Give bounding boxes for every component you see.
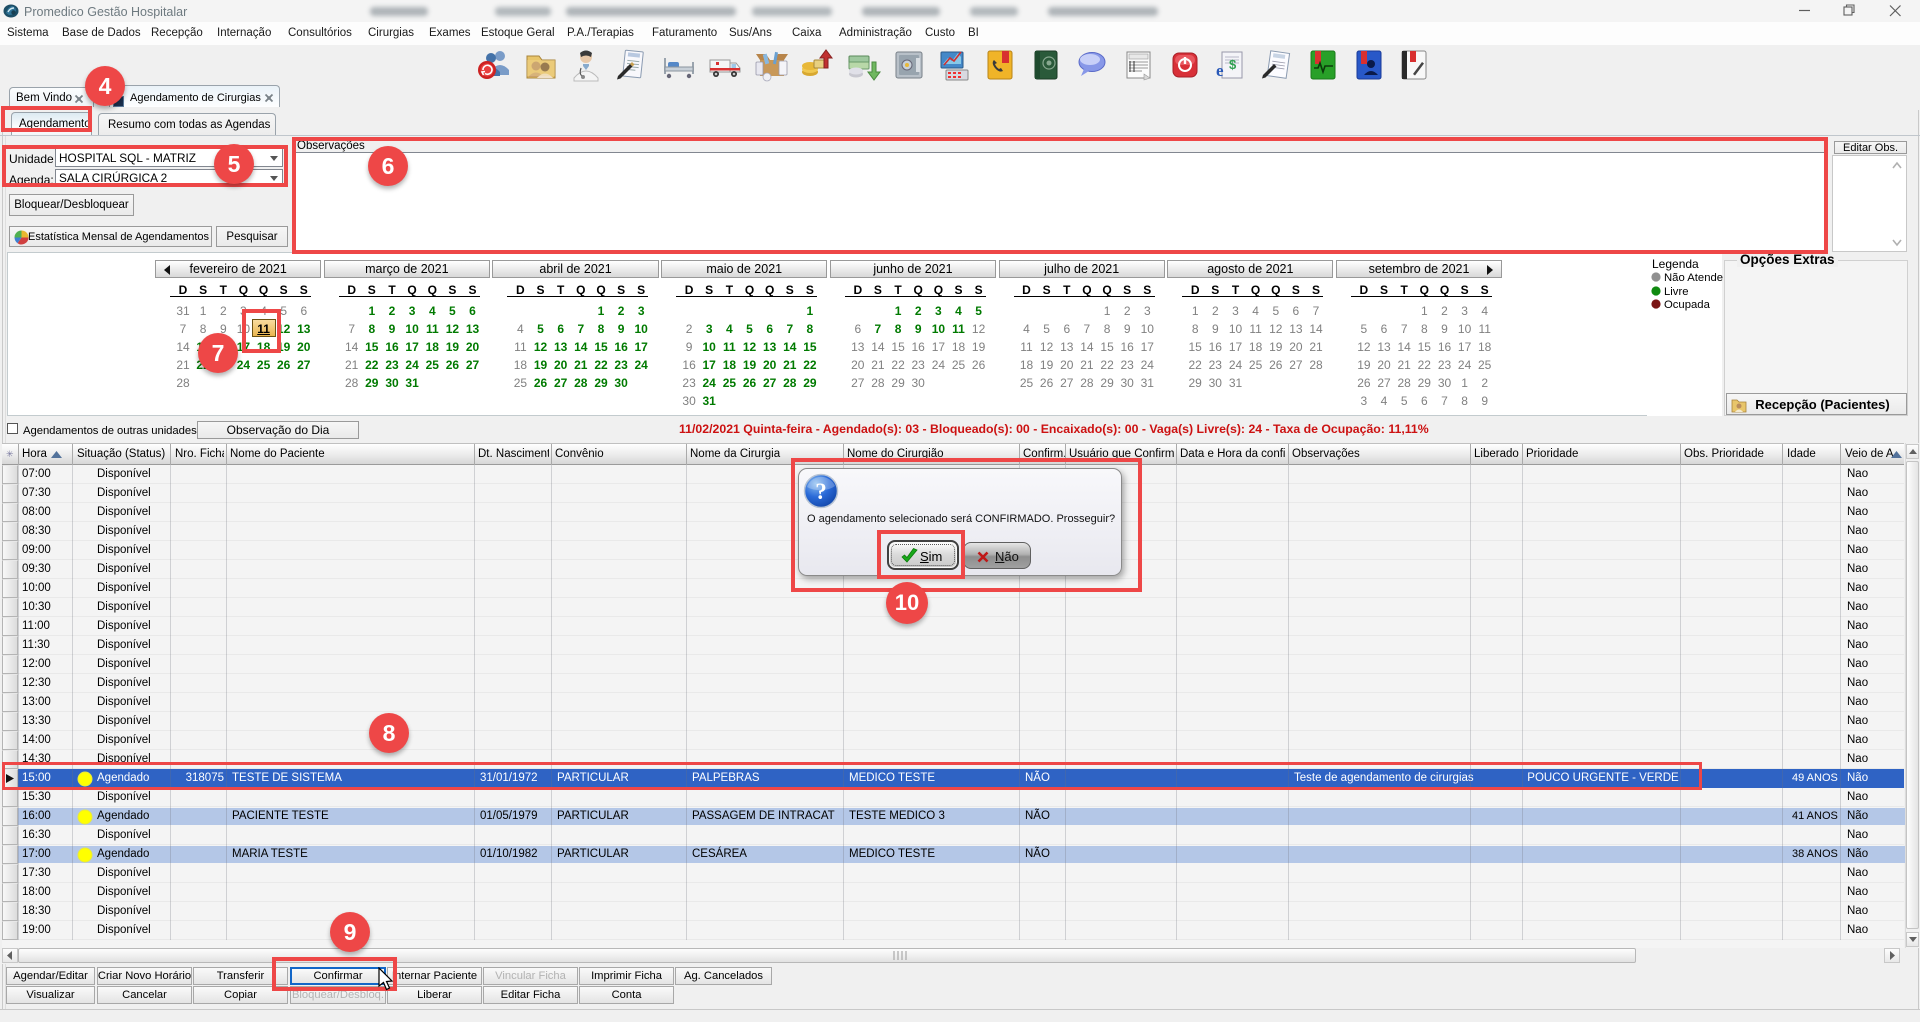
- svg-text:$: $: [1229, 57, 1237, 72]
- svg-text:e: e: [1216, 61, 1224, 80]
